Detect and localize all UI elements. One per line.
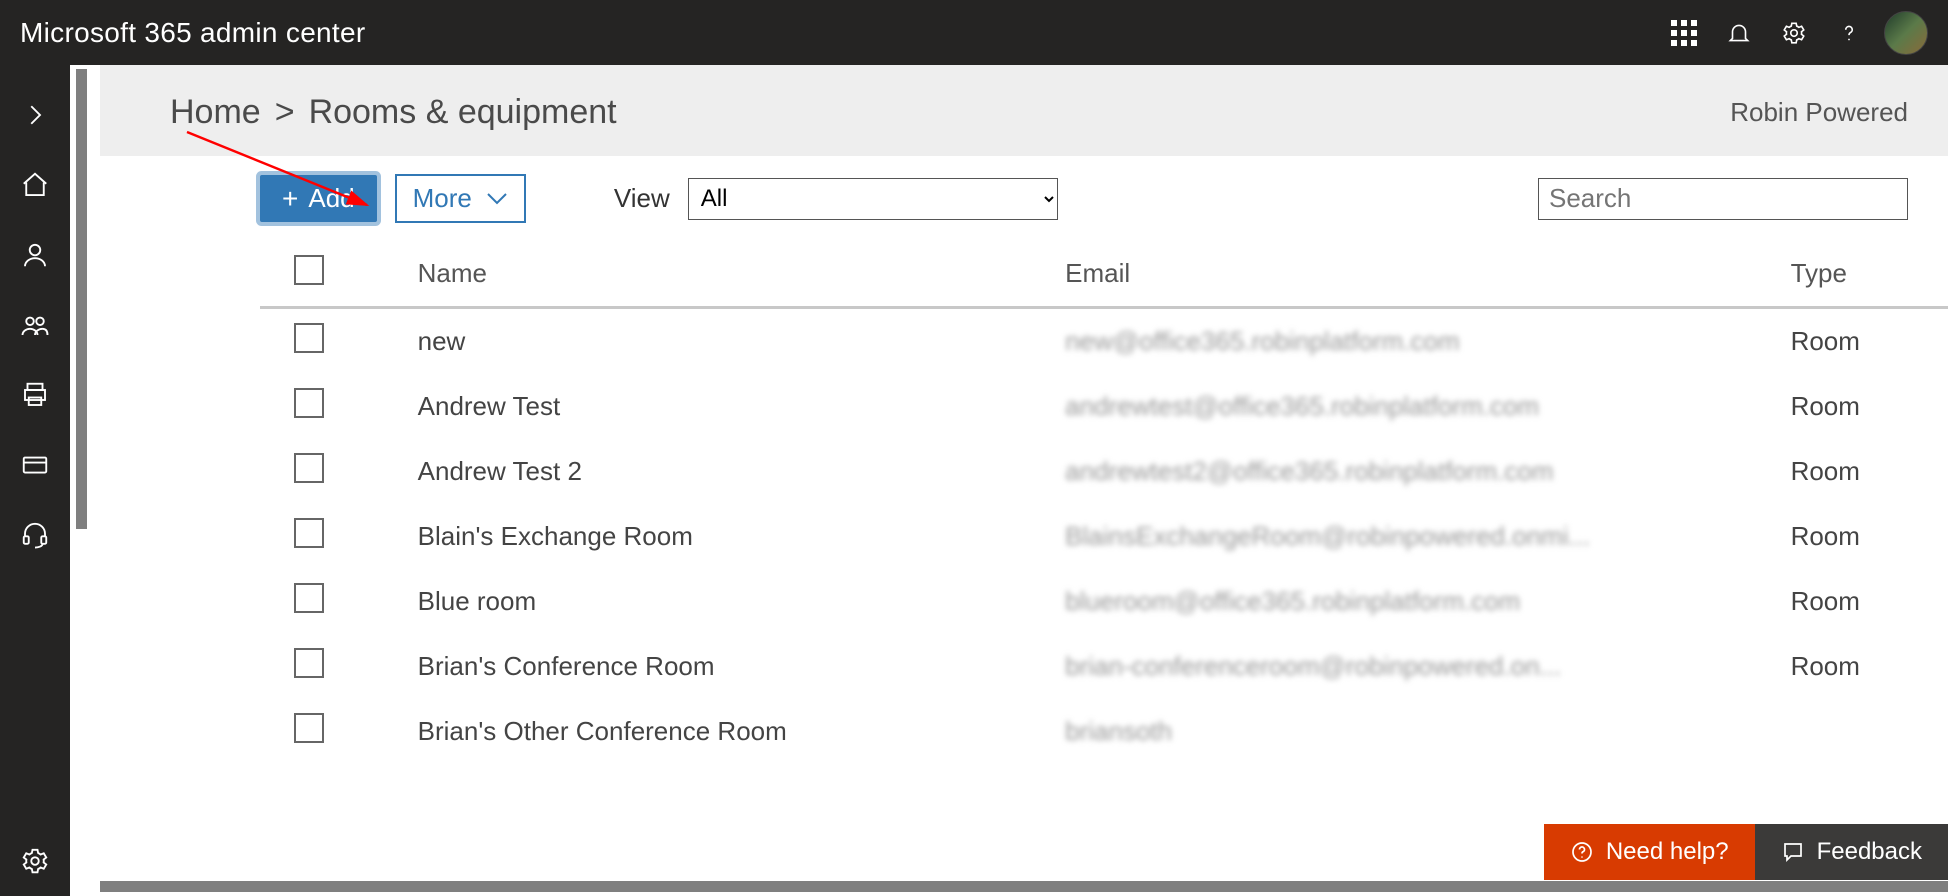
column-header-email[interactable]: Email bbox=[1055, 241, 1780, 308]
cell-name: Andrew Test 2 bbox=[358, 439, 1056, 504]
vertical-scrollbar[interactable] bbox=[76, 69, 87, 529]
cell-name: Brian's Conference Room bbox=[358, 634, 1056, 699]
row-checkbox[interactable] bbox=[294, 323, 324, 353]
column-header-name[interactable]: Name bbox=[358, 241, 1056, 308]
help-circle-icon bbox=[1570, 840, 1594, 864]
cell-name: Andrew Test bbox=[358, 374, 1056, 439]
cell-type bbox=[1781, 699, 1948, 764]
breadcrumb-separator: > bbox=[275, 93, 295, 132]
groups-icon[interactable] bbox=[0, 290, 70, 360]
more-button[interactable]: More bbox=[395, 174, 526, 223]
row-checkbox[interactable] bbox=[294, 453, 324, 483]
row-checkbox[interactable] bbox=[294, 648, 324, 678]
cell-email: BlainsExchangeRoom@robinpowered.onmi... bbox=[1055, 504, 1780, 569]
column-header-type[interactable]: Type bbox=[1781, 241, 1948, 308]
table-row[interactable]: Andrew Test 2andrewtest2@office365.robin… bbox=[260, 439, 1948, 504]
bottom-action-bar: Need help? Feedback bbox=[1544, 824, 1948, 880]
home-icon[interactable] bbox=[0, 150, 70, 220]
resources-table: Name Email Type newnew@office365.robinpl… bbox=[260, 241, 1948, 764]
table-row[interactable]: Andrew Testandrewtest@office365.robinpla… bbox=[260, 374, 1948, 439]
toolbar: + Add More View All bbox=[100, 156, 1948, 241]
app-launcher-icon[interactable] bbox=[1656, 0, 1711, 65]
search-input[interactable] bbox=[1538, 178, 1908, 220]
view-label: View bbox=[614, 183, 670, 214]
support-icon[interactable] bbox=[0, 500, 70, 570]
notifications-icon[interactable] bbox=[1711, 0, 1766, 65]
row-checkbox[interactable] bbox=[294, 518, 324, 548]
select-all-checkbox[interactable] bbox=[294, 255, 324, 285]
top-bar: Microsoft 365 admin center bbox=[0, 0, 1948, 65]
need-help-button[interactable]: Need help? bbox=[1544, 824, 1755, 880]
table-row[interactable]: Blain's Exchange RoomBlainsExchangeRoom@… bbox=[260, 504, 1948, 569]
more-button-label: More bbox=[413, 183, 472, 214]
table-row[interactable]: Brian's Conference Roombrian-conferencer… bbox=[260, 634, 1948, 699]
feedback-label: Feedback bbox=[1817, 838, 1922, 866]
tenant-name: Robin Powered bbox=[1730, 97, 1908, 128]
chevron-down-icon bbox=[486, 192, 508, 206]
nav-settings-icon[interactable] bbox=[0, 826, 70, 896]
cell-name: new bbox=[358, 308, 1056, 375]
row-checkbox[interactable] bbox=[294, 713, 324, 743]
cell-email: briansoth bbox=[1055, 699, 1780, 764]
cell-type: Room bbox=[1781, 634, 1948, 699]
row-checkbox[interactable] bbox=[294, 388, 324, 418]
cell-email: brian-conferenceroom@robinpowered.on... bbox=[1055, 634, 1780, 699]
settings-icon[interactable] bbox=[1766, 0, 1821, 65]
plus-icon: + bbox=[282, 185, 298, 213]
cell-name: Brian's Other Conference Room bbox=[358, 699, 1056, 764]
cell-type: Room bbox=[1781, 374, 1948, 439]
cell-email: blueroom@office365.robinplatform.com bbox=[1055, 569, 1780, 634]
nav-expand-icon[interactable] bbox=[0, 80, 70, 150]
breadcrumb-page: Rooms & equipment bbox=[309, 93, 617, 132]
table-row[interactable]: Blue roomblueroom@office365.robinplatfor… bbox=[260, 569, 1948, 634]
help-icon[interactable] bbox=[1821, 0, 1876, 65]
table-row[interactable]: Brian's Other Conference Roombriansoth bbox=[260, 699, 1948, 764]
cell-email: andrewtest@office365.robinplatform.com bbox=[1055, 374, 1780, 439]
table-row[interactable]: newnew@office365.robinplatform.comRoom bbox=[260, 308, 1948, 375]
add-button-label: Add bbox=[308, 183, 354, 214]
cell-type: Room bbox=[1781, 504, 1948, 569]
need-help-label: Need help? bbox=[1606, 838, 1729, 866]
add-button[interactable]: + Add bbox=[260, 175, 377, 222]
cell-email: new@office365.robinplatform.com bbox=[1055, 308, 1780, 375]
left-nav-rail bbox=[0, 65, 70, 896]
account-avatar[interactable] bbox=[1884, 11, 1928, 55]
cell-type: Room bbox=[1781, 439, 1948, 504]
horizontal-scrollbar[interactable] bbox=[100, 881, 1948, 892]
cell-email: andrewtest2@office365.robinplatform.com bbox=[1055, 439, 1780, 504]
chat-icon bbox=[1781, 840, 1805, 864]
billing-icon[interactable] bbox=[0, 430, 70, 500]
cell-type: Room bbox=[1781, 569, 1948, 634]
content-panel: Home > Rooms & equipment Robin Powered bbox=[100, 65, 1948, 878]
cell-type: Room bbox=[1781, 308, 1948, 375]
row-checkbox[interactable] bbox=[294, 583, 324, 613]
app-title: Microsoft 365 admin center bbox=[20, 17, 366, 49]
cell-name: Blue room bbox=[358, 569, 1056, 634]
breadcrumb: Home > Rooms & equipment bbox=[170, 93, 617, 132]
cell-name: Blain's Exchange Room bbox=[358, 504, 1056, 569]
breadcrumb-home[interactable]: Home bbox=[170, 93, 261, 132]
feedback-button[interactable]: Feedback bbox=[1755, 824, 1948, 880]
view-select[interactable]: All bbox=[688, 178, 1058, 220]
users-icon[interactable] bbox=[0, 220, 70, 290]
print-icon[interactable] bbox=[0, 360, 70, 430]
